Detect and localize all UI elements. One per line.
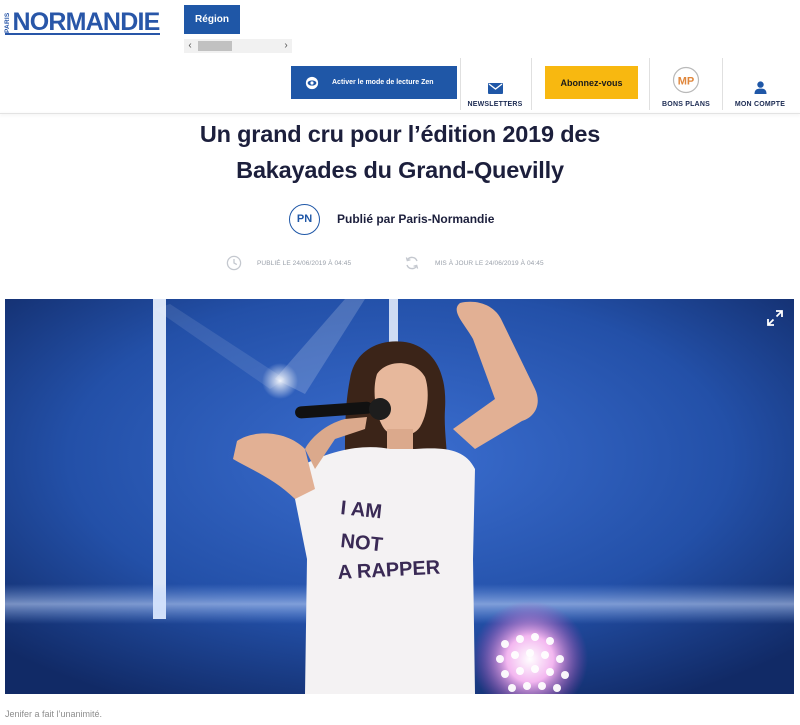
horizontal-scrollbar[interactable]: ‹ › (184, 39, 292, 53)
toolbar-divider (722, 58, 723, 110)
published-date-text: PUBLIÉ LE 24/06/2019 À 04:45 (257, 259, 352, 267)
logo-normandie-text: NORMANDIE (12, 8, 161, 36)
envelope-icon (487, 83, 503, 94)
newsletter-button[interactable]: NEWSLETTERS (461, 60, 529, 108)
site-logo[interactable]: PARIS NORMANDIE (4, 4, 161, 36)
author-name: Publié par Paris-Normandie (337, 212, 495, 226)
scrollbar-thumb[interactable] (198, 41, 232, 51)
refresh-icon (405, 256, 419, 270)
tshirt-text-line2: NOT (339, 530, 383, 556)
expand-icon[interactable] (766, 309, 784, 327)
zen-mode-button[interactable]: Activer le mode de lecture Zen (291, 66, 457, 99)
article-hero-image[interactable]: I AM NOT A RAPPER (5, 299, 794, 694)
toolbar-divider (649, 58, 650, 110)
author-avatar[interactable]: PN (289, 203, 320, 235)
bons-plans-badge-text: MP (678, 76, 695, 88)
zen-mode-label: Activer le mode de lecture Zen (332, 79, 434, 86)
clock-icon (226, 255, 242, 271)
updated-date: MIS À JOUR LE 24/06/2019 À 04:45 (404, 254, 544, 272)
logo-underline (5, 33, 160, 35)
user-icon (754, 81, 766, 94)
image-caption: Jenifer a fait l’unanimité. (5, 709, 103, 719)
account-label: MON COMPTE (734, 101, 786, 108)
subscribe-button[interactable]: Abonnez-vous (545, 66, 638, 99)
concert-photo: I AM NOT A RAPPER (5, 299, 794, 694)
bons-plans-logo-icon: MP (672, 66, 700, 94)
article-title-line2: Bakayades du Grand-Quevilly (236, 157, 564, 183)
bons-plans-button[interactable]: MP BONS PLANS (651, 60, 721, 108)
tshirt-text-line1: I AM (339, 497, 383, 523)
scroll-right-icon[interactable]: › (280, 39, 292, 53)
updated-date-text: MIS À JOUR LE 24/06/2019 À 04:45 (435, 259, 544, 267)
toolbar-divider (531, 58, 532, 110)
account-button[interactable]: MON COMPTE (724, 60, 796, 108)
header-divider (0, 113, 800, 114)
published-date: PUBLIÉ LE 24/06/2019 À 04:45 (226, 254, 351, 272)
eye-icon (305, 76, 319, 89)
newsletter-label: NEWSLETTERS (467, 101, 523, 108)
scroll-left-icon[interactable]: ‹ (184, 39, 196, 53)
article-title: Un grand cru pour l’édition 2019 des Bak… (100, 116, 700, 188)
bons-plans-label: BONS PLANS (662, 101, 710, 108)
article-title-line1: Un grand cru pour l’édition 2019 des (199, 121, 601, 147)
author-byline: PN Publié par Paris-Normandie (289, 203, 494, 235)
region-button[interactable]: Région (184, 5, 240, 34)
